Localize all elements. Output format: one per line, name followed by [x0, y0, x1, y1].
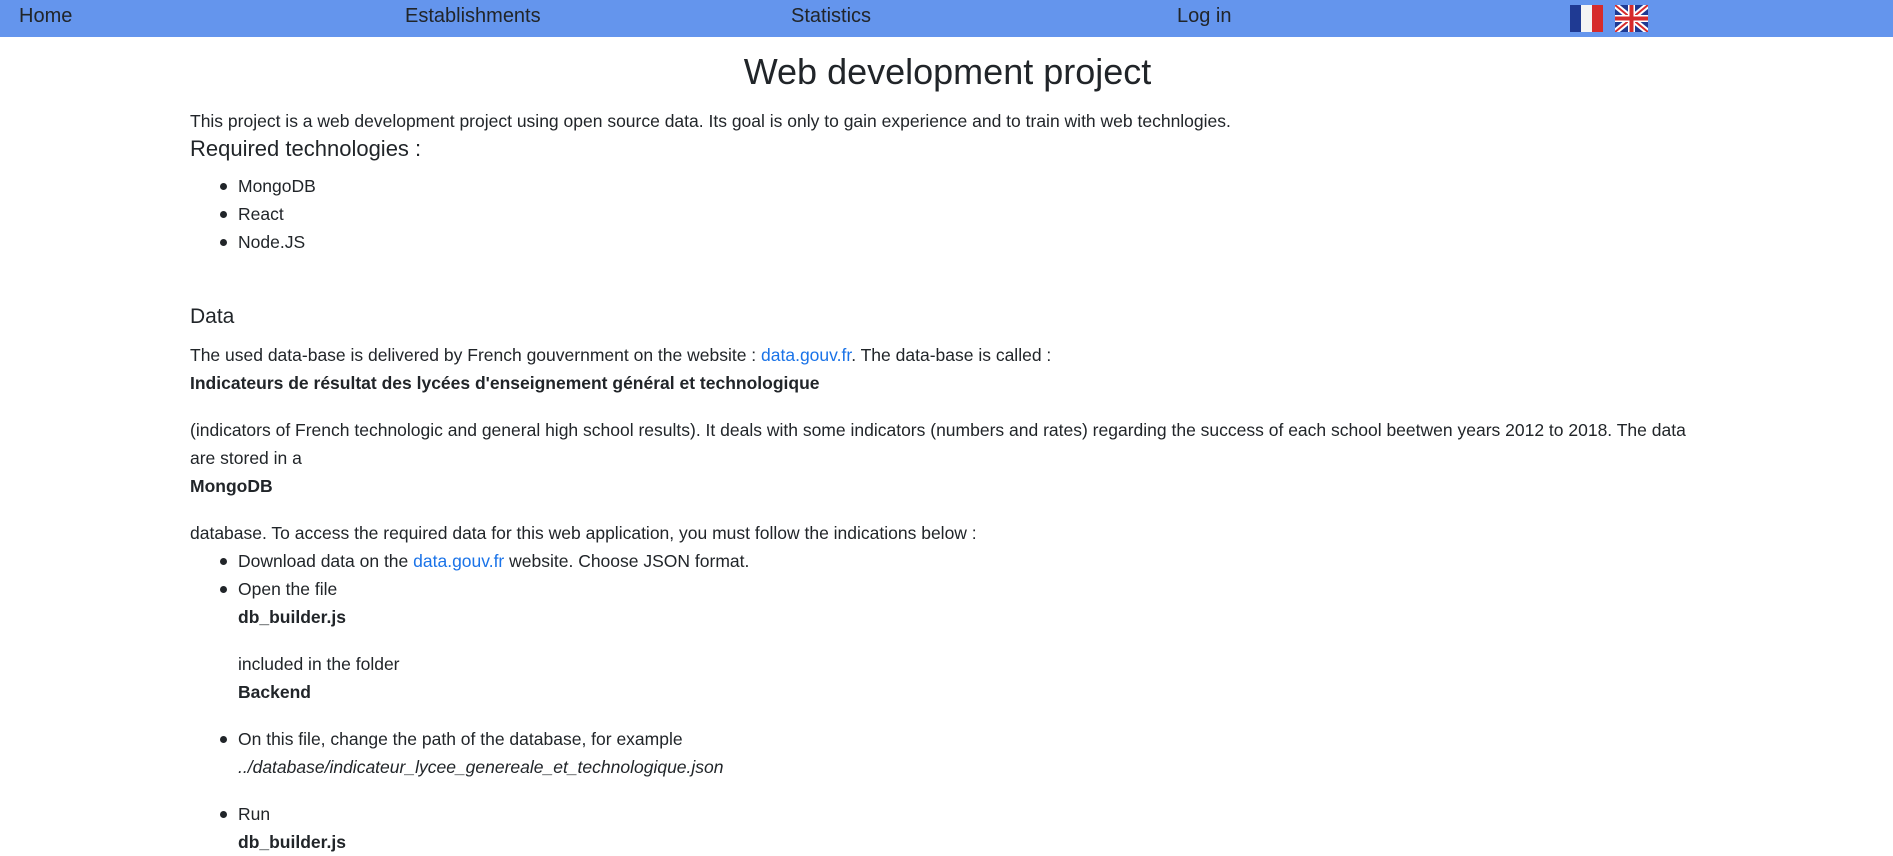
step-folder-name: Backend — [238, 682, 311, 702]
data-source-text: The used data-base is delivered by Frenc… — [190, 341, 1051, 369]
page-title: Web development project — [743, 51, 1152, 92]
required-technologies-heading: Required technologies : — [190, 136, 422, 161]
step-included-text: included in the folder — [238, 654, 400, 674]
step-download-before: Download data on the — [238, 551, 414, 571]
bullet — [220, 736, 227, 743]
nav-login-link[interactable]: Log in — [1177, 5, 1232, 28]
nav-statistics-link[interactable]: Statistics — [791, 5, 871, 28]
step-change-path: On this file, change the path of the dat… — [238, 729, 683, 749]
nav-establishments-link[interactable]: Establishments — [405, 5, 541, 28]
bullet — [220, 211, 227, 218]
indicators-text: (indicators of French technologic and ge… — [190, 420, 1686, 468]
bullet — [220, 811, 227, 818]
data-source-text-after: . The data-base is called : — [851, 345, 1052, 365]
step-open-file: Open the file — [238, 579, 338, 599]
step-download: Download data on the data.gouv.fr websit… — [238, 547, 749, 575]
step-example-path: ../database/indicateur_lycee_genereale_e… — [238, 757, 724, 777]
step-open-file-name: db_builder.js — [238, 607, 346, 627]
bullet — [220, 239, 227, 246]
data-source-text-before: The used data-base is delivered by Frenc… — [190, 345, 762, 365]
navbar: Home Establishments Statistics Log in — [0, 0, 1893, 37]
flag-uk-icon[interactable] — [1615, 5, 1648, 32]
nav-home-link[interactable]: Home — [19, 5, 72, 28]
data-gouv-link-2[interactable]: data.gouv.fr — [413, 551, 504, 571]
data-gouv-link[interactable]: data.gouv.fr — [761, 345, 851, 365]
flag-fr-icon[interactable] — [1570, 5, 1603, 32]
database-instructions-text: database. To access the required data fo… — [190, 523, 977, 543]
tech-item-nodejs: Node.JS — [238, 232, 306, 252]
tech-item-react: React — [238, 204, 284, 224]
step-run-file: db_builder.js — [238, 832, 346, 852]
database-name: Indicateurs de résultat des lycées d'ens… — [190, 373, 820, 393]
mongodb-bold-text: MongoDB — [190, 476, 273, 496]
bullet — [220, 558, 227, 565]
step-download-after: website. Choose JSON format. — [504, 551, 750, 571]
step-run: Run — [238, 804, 271, 824]
bullet — [220, 586, 227, 593]
tech-item-mongodb: MongoDB — [238, 176, 316, 196]
data-heading: Data — [190, 305, 235, 328]
bullet — [220, 183, 227, 190]
intro-text: This project is a web development projec… — [190, 111, 1231, 131]
